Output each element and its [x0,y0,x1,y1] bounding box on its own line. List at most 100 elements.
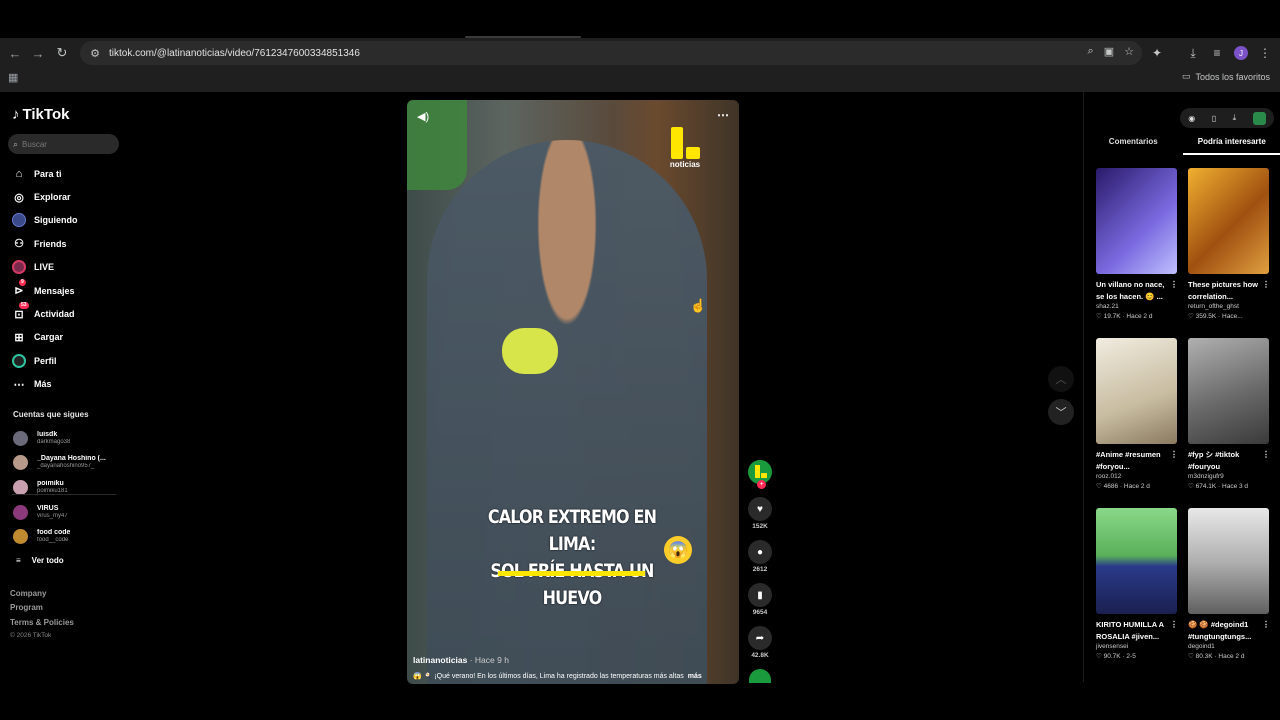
card-user[interactable]: rooz.012 [1096,472,1178,482]
nav-perfil[interactable]: Perfil [10,349,120,372]
zoom-icon[interactable]: ⌕ [1088,45,1094,58]
menu-kebab-icon[interactable]: ⋮ [1255,40,1275,66]
suggested-card[interactable]: These pictures how correlation... ⋮ retur… [1188,168,1270,322]
share-action[interactable]: ➦ 42.8K [746,626,774,667]
tab-suggested[interactable]: Podría interesarte [1182,137,1280,155]
card-user[interactable]: return_ofthe_ghst [1188,302,1270,312]
following-item[interactable]: poimiku poimiku181 [13,475,123,500]
following-name: poimiku [37,479,64,487]
profile-button[interactable]: J [1231,40,1251,66]
card-title[interactable]: 🍪 🍪 #degoind1 #tungtungtungs... ⋮ [1188,619,1270,642]
bookmark-icon[interactable]: ▮ [748,583,772,607]
follow-plus-icon[interactable]: + [757,480,766,489]
following-user: virus_my47 [37,512,68,519]
nav-label: Más [34,379,52,390]
following-avatar-icon [10,213,28,228]
nav-para-ti[interactable]: ⌂ Para ti [10,162,120,185]
author-name[interactable]: latinanoticias [413,655,467,665]
nav-explorar[interactable]: ◎ Explorar [10,185,120,208]
nav-siguiendo[interactable]: Siguiendo [10,209,120,232]
bookmark-star-icon[interactable]: ☆ [1124,45,1134,58]
save-action[interactable]: ▮ 9654 [746,583,774,624]
suggested-card[interactable]: Un villano no nace, se los hacen. 😊 ... ⋮… [1096,168,1178,322]
microphone-logo [502,328,558,374]
card-title[interactable]: #fyp シ #tiktok #fouryou ⋮ [1188,449,1270,472]
compass-icon: ◎ [14,191,24,204]
following-name: food code [37,529,71,537]
extensions-icon[interactable]: ✦ [1147,40,1167,66]
tiktok-note-icon: ♪ [12,106,20,123]
messages-icon: ⊳ 9 [14,278,26,298]
video-thumbnail[interactable] [1188,168,1269,274]
footer-link-terms[interactable]: Terms & Policies [10,618,74,632]
forward-icon[interactable]: → [27,40,49,66]
video-thumbnail[interactable] [1096,338,1177,444]
nav-actividad[interactable]: ⊡ 53 Actividad [10,302,120,325]
card-user[interactable]: shaz.21 [1096,302,1178,312]
nav-mas[interactable]: ⋯ Más [10,373,120,396]
reload-icon[interactable]: ↻ [51,40,73,66]
video-thumbnail[interactable] [1188,338,1269,444]
card-user[interactable]: degoind1 [1188,642,1270,652]
heart-icon[interactable]: ♥ [748,497,772,521]
card-more-icon: ⋮ [1170,450,1178,459]
site-info-icon[interactable]: ⚙ [84,47,106,60]
footer-link-company[interactable]: Company [10,589,74,603]
following-item[interactable]: luisdk darkmago38 [13,426,123,451]
tab-comments[interactable]: Comentarios [1084,137,1183,155]
footer-link-program[interactable]: Program [10,603,74,617]
card-user[interactable]: jivensensei [1096,642,1178,652]
following-item[interactable]: _Dayana Hoshino (... _dayanahoshino957_ [13,451,123,476]
nav-live[interactable]: LIVE [10,256,120,279]
card-title[interactable]: These pictures how correlation... ⋮ [1188,279,1270,302]
like-action[interactable]: ♥ 152K [746,497,774,538]
following-item[interactable]: food code food__code [13,524,123,549]
next-video-button[interactable]: ﹀ [1048,399,1074,425]
address-bar[interactable]: ⚙ tiktok.com/@latinanoticias/video/76123… [80,41,1142,65]
card-more-icon: ⋮ [1262,620,1270,629]
tiktok-logo[interactable]: ♪ TikTok [12,106,69,123]
video-thumbnail[interactable] [1096,168,1177,274]
card-title[interactable]: Un villano no nace, se los hacen. 😊 ... ⋮ [1096,279,1178,302]
comment-action[interactable]: ● 2612 [746,540,774,581]
suggested-card[interactable]: #fyp シ #tiktok #fouryou ⋮ m3dnzigufr9 ♡ 6… [1188,338,1270,492]
app-thumb-icon[interactable] [1252,111,1266,125]
card-user[interactable]: m3dnzigufr9 [1188,472,1270,482]
apps-grid-icon[interactable]: ▦ [8,71,18,84]
embed-icon[interactable]: ◉ [1188,114,1195,123]
more-link[interactable]: más [688,673,702,680]
nav-mensajes[interactable]: ⊳ 9 Mensajes [10,278,120,302]
creator-avatar[interactable]: + [747,459,773,489]
all-bookmarks[interactable]: ▭ Todos los favoritos [1182,71,1270,82]
url-text: tiktok.com/@latinanoticias/video/7612347… [109,47,360,59]
video-author[interactable]: latinanoticias · Hace 9 h [413,655,509,665]
sound-disc-icon[interactable] [749,669,771,683]
video-thumbnail[interactable] [1188,508,1269,614]
following-item[interactable]: VIRUS virus_my47 [13,500,123,525]
see-all-button[interactable]: ≡ Ver todo [16,556,64,565]
nav-cargar[interactable]: ⊞ Cargar [10,326,120,349]
phone-icon[interactable]: ▯ [1212,114,1216,123]
volume-icon[interactable]: ◀) [417,110,429,123]
suggested-card[interactable]: 🍪 🍪 #degoind1 #tungtungtungs... ⋮ degoind… [1188,508,1270,662]
video-more-icon[interactable]: ⋯ [717,108,729,122]
suggested-card[interactable]: #Anime #resumen #foryou... ⋮ rooz.012 ♡ 4… [1096,338,1178,492]
install-icon[interactable]: ▣ [1104,45,1114,58]
copyright: © 2026 TikTok [10,631,52,639]
suggested-card[interactable]: KIRITO HUMILLA A ROSALIA #jiven... ⋮ jive… [1096,508,1178,662]
back-icon[interactable]: ← [4,40,26,66]
search-input[interactable]: ⌕ Buscar [8,134,119,154]
comment-icon[interactable]: ● [748,540,772,564]
card-title[interactable]: #Anime #resumen #foryou... ⋮ [1096,449,1178,472]
nav-friends[interactable]: ⚇ Friends [10,232,120,255]
previous-video-button[interactable]: ︿ [1048,366,1074,392]
share-icon[interactable]: ➦ [748,626,772,650]
card-title[interactable]: KIRITO HUMILLA A ROSALIA #jiven... ⋮ [1096,619,1178,642]
media-icon[interactable]: ≡ [1207,40,1227,66]
video-thumbnail[interactable] [1096,508,1177,614]
panel-tabs: Comentarios Podría interesarte [1084,137,1280,155]
download-video-icon[interactable]: ⤓ [1233,113,1237,123]
video-player[interactable]: ◀) ⋯ noticias CALOR EXTREMO EN LIMA: SOL… [407,100,739,684]
card-meta: ♡ 80.3K · Hace 2 d [1188,653,1245,660]
download-icon[interactable]: ⤓ [1183,40,1203,66]
